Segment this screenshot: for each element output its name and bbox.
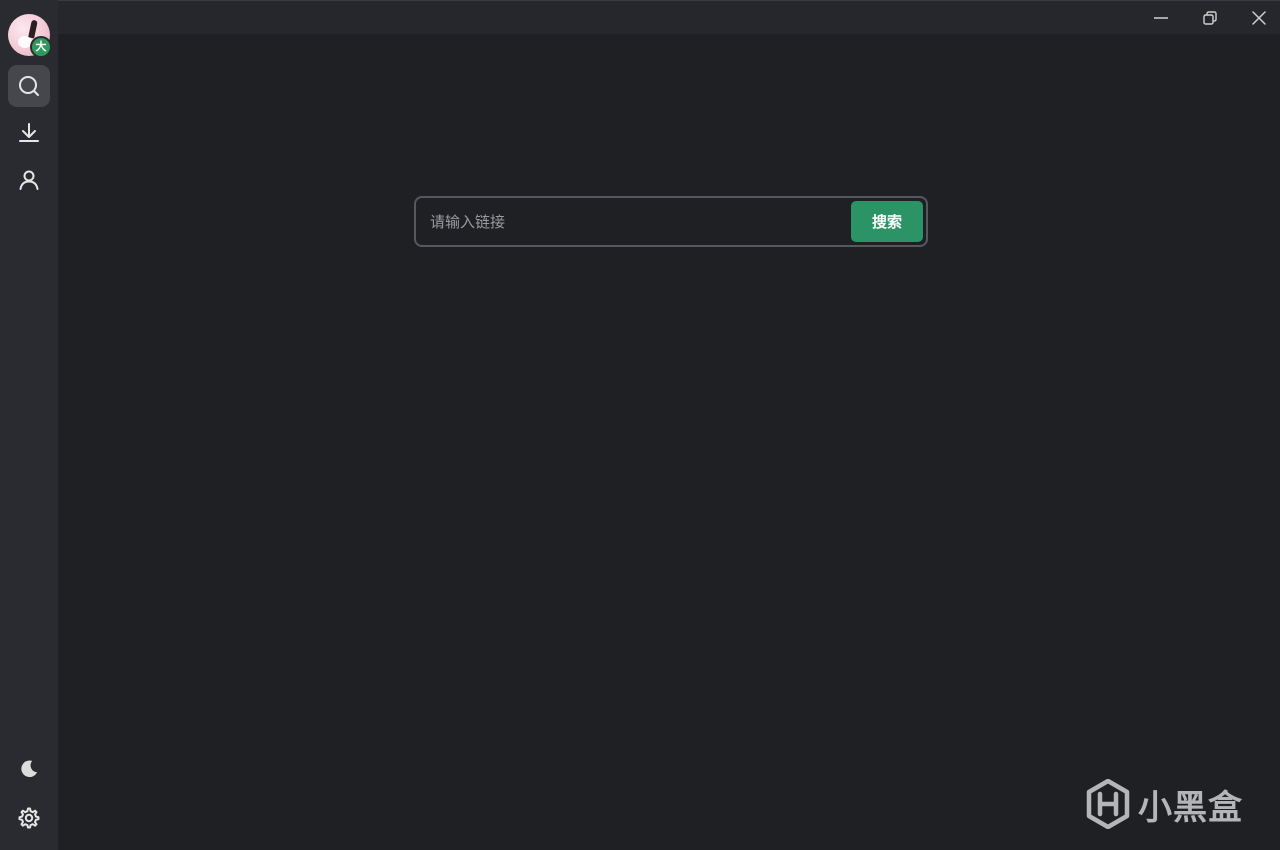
gear-icon: [18, 807, 40, 829]
app-window: 大 请输入链接 搜索 小黑盒: [0, 0, 1280, 850]
user-icon: [19, 170, 39, 190]
minimize-icon: [1154, 16, 1168, 19]
close-button[interactable]: [1236, 1, 1280, 34]
download-icon: [19, 123, 39, 142]
watermark: 小黑盒: [1086, 778, 1243, 830]
link-input[interactable]: [418, 200, 846, 243]
watermark-text: 小黑盒: [1138, 787, 1243, 828]
avatar[interactable]: 大: [8, 14, 52, 58]
close-icon: [1252, 10, 1266, 25]
theme-toggle-button[interactable]: [8, 748, 50, 790]
sidebar: 大: [0, 0, 58, 850]
search-button[interactable]: 搜索: [851, 201, 923, 242]
restore-icon: [1203, 10, 1217, 25]
avatar-badge: 大: [30, 36, 52, 58]
search-bar: 搜索: [414, 196, 928, 247]
sidebar-item-download[interactable]: [8, 112, 50, 154]
moon-icon: [21, 760, 38, 778]
avatar-image-figure: [28, 19, 38, 39]
sidebar-item-search[interactable]: [8, 65, 50, 107]
titlebar: [58, 0, 1280, 34]
sidebar-item-user[interactable]: [8, 159, 50, 201]
xiaoheihe-logo-icon: [1086, 779, 1130, 829]
settings-button[interactable]: [8, 797, 50, 839]
minimize-button[interactable]: [1138, 1, 1184, 34]
restore-button[interactable]: [1187, 1, 1233, 34]
search-icon: [19, 76, 39, 96]
